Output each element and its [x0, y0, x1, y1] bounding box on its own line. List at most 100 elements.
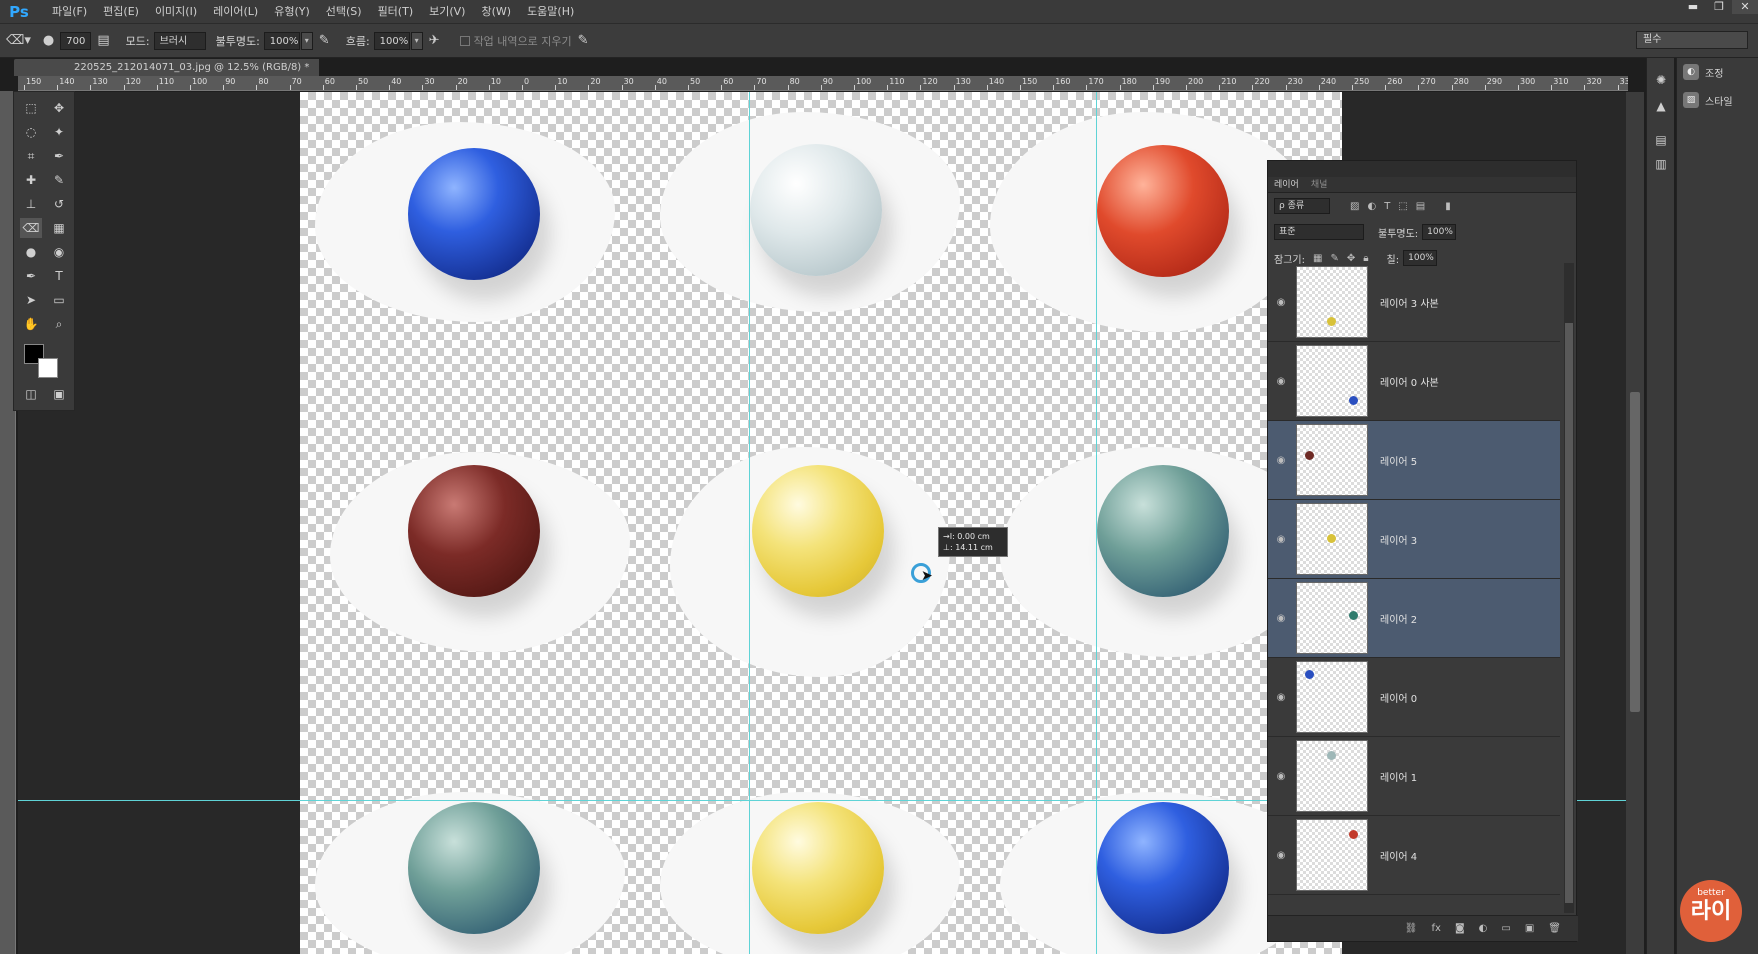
- layer-filter-select[interactable]: ρ 종류: [1274, 198, 1330, 214]
- lasso-tool-icon[interactable]: ◌: [20, 122, 42, 142]
- lock-transparent-icon[interactable]: ▦: [1313, 253, 1322, 264]
- background-color-swatch[interactable]: [38, 358, 58, 378]
- document-tab[interactable]: 220525_212014071_03.jpg @ 12.5% (RGB/8) …: [14, 59, 320, 76]
- history-brush-tool-icon[interactable]: ↺: [48, 194, 70, 214]
- eraser-tool-icon[interactable]: ⌫▾: [6, 33, 31, 48]
- layer-row[interactable]: ◉ 레이어 0: [1268, 658, 1560, 737]
- tab-layers[interactable]: 레이어: [1268, 177, 1305, 193]
- minimize-icon[interactable]: ▬: [1680, 0, 1706, 14]
- screen-mode-icon[interactable]: ▣: [48, 384, 70, 404]
- layer-row[interactable]: ◉ 레이어 5: [1268, 421, 1560, 500]
- canvas[interactable]: [300, 92, 1342, 954]
- menu-layer[interactable]: 레이어(L): [205, 0, 266, 24]
- filter-toggle-icon[interactable]: ▮: [1445, 201, 1451, 212]
- path-selection-tool-icon[interactable]: ➤: [20, 290, 42, 310]
- quick-mask-icon[interactable]: ◫: [20, 384, 42, 404]
- blur-tool-icon[interactable]: ●: [20, 242, 42, 262]
- lock-all-icon[interactable]: 🔒︎: [1363, 253, 1368, 264]
- link-layers-icon[interactable]: ⛓: [1405, 923, 1418, 934]
- flow-dropdown-icon[interactable]: ▾: [410, 31, 423, 50]
- brush-panel-icon[interactable]: ▤: [97, 33, 109, 48]
- visibility-eye-icon[interactable]: ◉: [1268, 771, 1294, 782]
- vertical-guide[interactable]: [1096, 92, 1097, 954]
- menu-type[interactable]: 유형(Y): [266, 0, 318, 24]
- menu-file[interactable]: 파일(F): [44, 0, 95, 24]
- adjustment-filter-icon[interactable]: ◐: [1367, 201, 1376, 212]
- eraser-tool-icon[interactable]: ⌫: [20, 218, 42, 238]
- erase-to-history-checkbox[interactable]: [459, 35, 470, 46]
- adjustments-panel-button[interactable]: ◐ 조정: [1677, 58, 1758, 86]
- healing-brush-tool-icon[interactable]: ✚: [20, 170, 42, 190]
- brush-settings-icon[interactable]: ✺: [1650, 70, 1672, 90]
- shape-tool-icon[interactable]: ▭: [48, 290, 70, 310]
- layer-row[interactable]: ◉ 레이어 4: [1268, 816, 1560, 895]
- menu-edit[interactable]: 편집(E): [95, 0, 147, 24]
- blend-mode-select[interactable]: 표준: [1274, 224, 1364, 240]
- visibility-eye-icon[interactable]: ◉: [1268, 613, 1294, 624]
- close-icon[interactable]: ✕: [1732, 0, 1758, 14]
- menu-help[interactable]: 도움말(H): [519, 0, 582, 24]
- pixel-filter-icon[interactable]: ▨: [1350, 201, 1359, 212]
- maximize-icon[interactable]: ❐: [1706, 0, 1732, 14]
- layer-row[interactable]: ◉ 레이어 3: [1268, 500, 1560, 579]
- zoom-tool-icon[interactable]: ⌕: [48, 314, 70, 334]
- menu-select[interactable]: 선택(S): [318, 0, 370, 24]
- layer-row[interactable]: ◉ 레이어 3 사본: [1268, 263, 1560, 342]
- document-vertical-scrollbar[interactable]: [1626, 92, 1644, 954]
- hand-tool-icon[interactable]: ✋: [20, 314, 42, 334]
- type-filter-icon[interactable]: T: [1384, 201, 1390, 212]
- visibility-eye-icon[interactable]: ◉: [1268, 376, 1294, 387]
- mode-select[interactable]: 브러시: [153, 31, 206, 50]
- styles-panel-button[interactable]: ▨ 스타일: [1677, 86, 1758, 114]
- clone-stamp-tool-icon[interactable]: ⊥: [20, 194, 42, 214]
- workspace-select[interactable]: 필수: [1636, 31, 1748, 49]
- opacity-input[interactable]: 100%: [263, 31, 300, 50]
- vertical-guide[interactable]: [749, 92, 750, 954]
- menu-window[interactable]: 창(W): [473, 0, 519, 24]
- new-layer-icon[interactable]: ▣: [1525, 923, 1534, 934]
- menu-image[interactable]: 이미지(I): [147, 0, 205, 24]
- delete-layer-icon[interactable]: 🗑︎: [1548, 923, 1561, 934]
- pen-tool-icon[interactable]: ✒: [20, 266, 42, 286]
- info-icon[interactable]: ▥: [1650, 154, 1672, 174]
- pressure-opacity-icon[interactable]: ✎: [319, 33, 330, 48]
- menu-view[interactable]: 보기(V): [421, 0, 473, 24]
- brush-size-value[interactable]: 700: [60, 31, 92, 50]
- visibility-eye-icon[interactable]: ◉: [1268, 534, 1294, 545]
- add-mask-icon[interactable]: ◙: [1455, 923, 1465, 934]
- eyedropper-tool-icon[interactable]: ✒: [48, 146, 70, 166]
- panel-header[interactable]: [1268, 161, 1576, 177]
- type-tool-icon[interactable]: T: [48, 266, 70, 286]
- visibility-eye-icon[interactable]: ◉: [1268, 850, 1294, 861]
- layer-row[interactable]: ◉ 레이어 1: [1268, 737, 1560, 816]
- new-group-icon[interactable]: ▭: [1501, 923, 1510, 934]
- crop-tool-icon[interactable]: ⌗: [20, 146, 42, 166]
- navigator-icon[interactable]: ▤: [1650, 130, 1672, 150]
- layers-scrollbar[interactable]: [1564, 263, 1574, 913]
- layer-style-icon[interactable]: fx: [1432, 923, 1441, 934]
- visibility-eye-icon[interactable]: ◉: [1268, 692, 1294, 703]
- menu-filter[interactable]: 필터(T): [370, 0, 422, 24]
- shape-filter-icon[interactable]: ⬚: [1398, 201, 1407, 212]
- brush-tool-icon[interactable]: ✎: [48, 170, 70, 190]
- smart-object-filter-icon[interactable]: ▤: [1416, 201, 1425, 212]
- visibility-eye-icon[interactable]: ◉: [1268, 297, 1294, 308]
- layer-row[interactable]: ◉ 레이어 2: [1268, 579, 1560, 658]
- pressure-size-icon[interactable]: ✎: [578, 33, 589, 48]
- histogram-icon[interactable]: ▲: [1650, 96, 1672, 116]
- dodge-tool-icon[interactable]: ◉: [48, 242, 70, 262]
- adjustment-layer-icon[interactable]: ◐: [1479, 923, 1488, 934]
- layers-scrollbar-thumb[interactable]: [1565, 323, 1573, 903]
- visibility-eye-icon[interactable]: ◉: [1268, 455, 1294, 466]
- gradient-tool-icon[interactable]: ▦: [48, 218, 70, 238]
- marquee-tool-icon[interactable]: ⬚: [20, 98, 42, 118]
- opacity-dropdown-icon[interactable]: ▾: [300, 31, 313, 50]
- airbrush-icon[interactable]: ✈: [429, 33, 440, 48]
- brush-preset-icon[interactable]: ●: [43, 33, 54, 48]
- magic-wand-tool-icon[interactable]: ✦: [48, 122, 70, 142]
- scrollbar-thumb[interactable]: [1630, 392, 1640, 712]
- lock-position-icon[interactable]: ✥: [1347, 253, 1355, 264]
- flow-input[interactable]: 100%: [373, 31, 410, 50]
- layer-opacity-input[interactable]: 100%: [1422, 224, 1457, 240]
- horizontal-ruler[interactable]: 150 140 130 120 110 100 90 80 70 60 50 40 30 20 10 0 10 2…: [18, 76, 1628, 91]
